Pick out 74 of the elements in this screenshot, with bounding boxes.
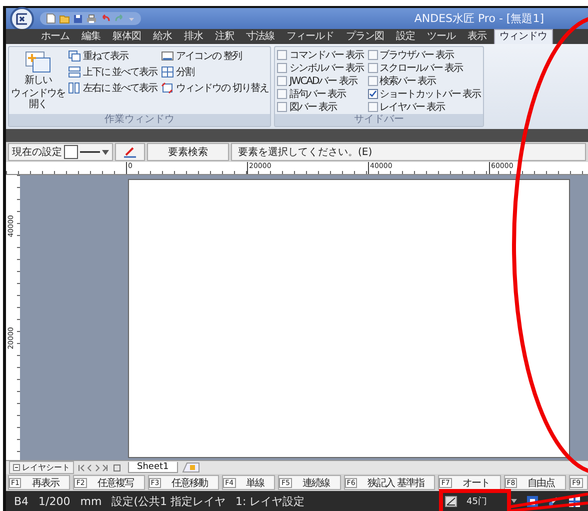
ribbon-button[interactable]: 上下に 並べて表示: [68, 65, 158, 78]
checkbox-label: 図バー 表示: [289, 100, 337, 114]
color-swatch[interactable]: [64, 145, 78, 159]
checkbox[interactable]: [277, 89, 288, 99]
checkbox-label: シンボルバー 表示: [289, 62, 364, 75]
checkbox-label: ブラウザバー 表示: [380, 48, 454, 62]
grid-icon: [161, 66, 174, 78]
checkbox-label: コマンドバー 表示: [289, 48, 364, 62]
ribbon-tab[interactable]: 給水: [148, 30, 177, 44]
ribbon-tab[interactable]: ツール: [422, 30, 460, 44]
ribbon-button[interactable]: 分割: [161, 65, 268, 78]
element-search-button[interactable]: 要素検索: [147, 143, 229, 161]
checkbox[interactable]: [368, 50, 378, 60]
checkbox-label: 語句バー 表示: [289, 88, 346, 101]
printer-icon[interactable]: [86, 14, 97, 24]
layer-sheet-tab[interactable]: レイヤシート: [9, 461, 74, 474]
app-logo-icon[interactable]: [10, 6, 34, 30]
minus-icon: [13, 464, 20, 471]
pen-icon: [123, 146, 137, 158]
ribbon-tab[interactable]: 躯体図: [108, 30, 146, 44]
checkbox-label: ショートカットバー 表示: [380, 88, 481, 101]
checkbox[interactable]: [277, 50, 288, 60]
ribbon-tab[interactable]: 寸法線: [241, 30, 280, 44]
status-text: 1/200: [38, 494, 70, 508]
checkbox-label: スクロールバー 表示: [380, 62, 463, 75]
status-text: mm: [80, 494, 102, 508]
ribbon-button[interactable]: 重ねて表示: [68, 49, 158, 62]
ribbon-button[interactable]: 左右に 並べて表示: [68, 81, 158, 94]
status-text: 設定(公共1 指定レイヤ: [112, 494, 226, 508]
window-title: ANDES水匠 Pro - [無題1]: [414, 11, 544, 26]
current-settings-label: 現在の設定: [12, 146, 62, 159]
checkbox[interactable]: [368, 89, 378, 99]
ribbon-button[interactable]: アイコンの 整列: [161, 49, 268, 62]
status-text: B4: [14, 494, 29, 508]
ribbon-button[interactable]: ウィンドウの 切り替え: [161, 81, 268, 94]
pen-button[interactable]: [115, 143, 145, 161]
checkbox[interactable]: [277, 76, 288, 86]
ribbon-tab[interactable]: 編集: [76, 30, 106, 44]
group-title: サイドバー: [275, 114, 483, 126]
group-title: 作業ウィンドウ: [9, 114, 270, 126]
status-text: 1: レイヤ設定: [235, 494, 305, 508]
checkbox[interactable]: [277, 63, 288, 73]
windows-icon: [68, 66, 81, 78]
new-window-button[interactable]: 新しい ウィンドウを開く: [11, 49, 65, 113]
ribbon-tab[interactable]: フィールド: [282, 30, 339, 44]
checkbox[interactable]: [368, 76, 378, 86]
window-arrows-icon: [161, 82, 174, 94]
windows-icon: [68, 50, 81, 62]
caret-icon[interactable]: [511, 499, 517, 503]
ribbon-tab[interactable]: 注釈: [210, 30, 239, 44]
ribbon-tab[interactable]: 設定: [391, 30, 420, 44]
checkbox-label: 検索バー 表示: [380, 74, 436, 88]
sheet-tab[interactable]: Sheet1: [128, 462, 178, 473]
checkbox[interactable]: [368, 63, 378, 73]
prompt-field: 要素を選択してください。(E): [231, 143, 586, 161]
checkbox-label: レイヤバー 表示: [380, 100, 445, 114]
ribbon-tab[interactable]: 排水: [179, 30, 208, 44]
window-icon: [161, 50, 174, 62]
save-icon[interactable]: [73, 14, 83, 24]
ribbon-tab[interactable]: ウィンドウ: [494, 29, 553, 44]
undo-icon[interactable]: [100, 14, 111, 23]
caret-icon[interactable]: [102, 150, 109, 154]
ribbon-tab[interactable]: 表示: [462, 30, 492, 44]
ribbon-tab[interactable]: ホーム: [36, 30, 74, 44]
angle-icon[interactable]: [444, 496, 457, 506]
add-sheet-icon[interactable]: [182, 462, 200, 473]
new-document-icon[interactable]: [46, 13, 56, 24]
windows-icon: [68, 82, 81, 94]
angle-text: 45门: [466, 496, 487, 508]
checkbox-label: JWCADバー 表示: [289, 74, 357, 88]
new-window-icon: [25, 51, 51, 73]
checkbox[interactable]: [277, 102, 288, 112]
checkbox[interactable]: [368, 102, 378, 112]
ribbon-tab[interactable]: プラン図: [341, 30, 389, 44]
